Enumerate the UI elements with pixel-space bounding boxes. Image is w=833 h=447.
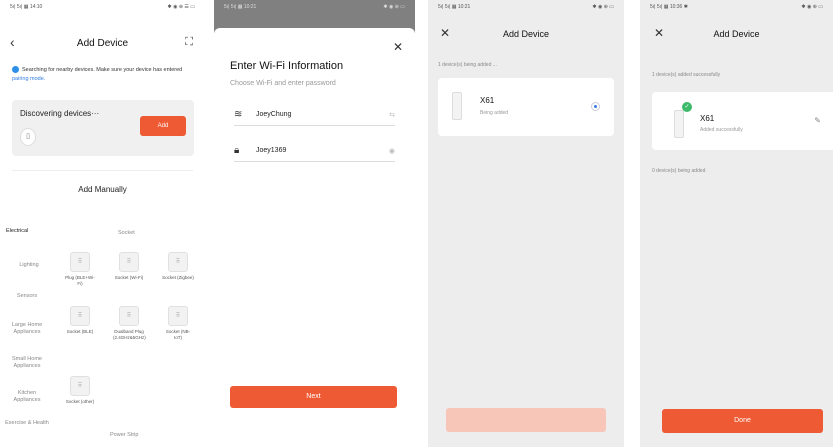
screen-device-being-added: 5ı| 5ı| ▦ 10:21 ✱ ◉ ⊕ ▭ ✕ Add Device 1 d… <box>428 0 624 447</box>
device-card[interactable]: ✓ X61 Added successfully ✎ <box>652 92 833 150</box>
category-electrical[interactable]: Electrical <box>6 228 42 235</box>
section-label-pending: 0 device(s) being added <box>652 168 706 174</box>
next-button[interactable]: Next <box>230 386 397 408</box>
wifi-name-value: JoeyChung <box>256 111 292 118</box>
category-lighting[interactable]: Lighting <box>6 262 52 269</box>
category-exercise-health[interactable]: Exercise & Health <box>4 420 50 427</box>
category-large-home-appliances[interactable]: Large Home Appliances <box>4 322 50 336</box>
tile-label: Socket (Zigbee) <box>162 275 194 280</box>
tile-label: Dualband Plug (2.4GHz&5GHz) <box>113 329 146 340</box>
status-right: ✱ ◉ ⊕ ▭ <box>383 4 405 10</box>
socket-icon: ⠿ <box>70 252 90 272</box>
add-manually-title: Add Manually <box>78 185 127 194</box>
status-left: 5ı| 5ı| ▦ 10:36 ✱ <box>650 4 688 10</box>
subcategory-power-strip: Power Strip <box>110 432 139 438</box>
category-small-home-appliances[interactable]: Small Home Appliances <box>4 356 50 370</box>
screen-wifi-information: 5ı| 5ı| ▦ 10:21 ✱ ◉ ⊕ ▭ ✕ Enter Wi-Fi In… <box>214 0 415 447</box>
tile-label: Plug (BLE+Wi-Fi) <box>65 275 95 286</box>
status-right: ✱ ◉ ⊕ ▭ <box>592 4 614 10</box>
device-name: X61 <box>480 96 495 105</box>
screen-add-device-discovery: 5ı| 5ı| ▦ 14:10 ✱ ◉ ⊕ ☰ ▭ ‹ Add Device ⛶… <box>0 0 205 447</box>
device-icon <box>674 110 684 138</box>
device-card[interactable]: X61 Being added <box>438 78 614 136</box>
device-tile[interactable]: ⠿ Socket (NB-IoT) <box>162 306 194 340</box>
discovering-label: Discovering devices··· <box>20 109 100 118</box>
disabled-button <box>446 408 606 432</box>
header: ✕ Add Device <box>640 26 833 48</box>
tile-label: Socket (other) <box>65 399 95 404</box>
status-right: ✱ ◉ ⊕ ▭ <box>801 4 823 10</box>
divider <box>12 170 193 171</box>
socket-icon: ⠿ <box>70 376 90 396</box>
device-tile[interactable]: ⠿ Dualband Plug (2.4GHz&5GHz) <box>113 306 146 340</box>
section-label: 1 device(s) added successfully <box>652 72 721 78</box>
bluetooth-icon <box>12 66 19 74</box>
device-name: X61 <box>700 114 715 123</box>
check-icon: ✓ <box>682 102 692 112</box>
page-title: Add Device <box>713 29 760 39</box>
device-tile[interactable]: ⠿ Socket (BLE) <box>64 306 96 335</box>
wifi-icon: ≋ <box>234 109 243 120</box>
device-tile[interactable]: ⠿ Socket (other) <box>64 376 96 405</box>
device-tile[interactable]: ⠿ Socket (Wi-Fi) <box>113 252 145 281</box>
status-left: 5ı| 5ı| ▦ 14:10 <box>10 4 43 10</box>
status-bar: 5ı| 5ı| ▦ 10:36 ✱ ✱ ◉ ⊕ ▭ <box>650 4 823 14</box>
status-right: ✱ ◉ ⊕ ☰ ▭ <box>167 4 195 10</box>
hint-text: Searching for nearby devices. Make sure … <box>22 67 183 73</box>
status-left: 5ı| 5ı| ▦ 10:21 <box>224 4 257 10</box>
device-status: Added successfully <box>700 127 743 133</box>
password-field[interactable]: 🔒︎ Joey1369 ◉ <box>234 144 395 162</box>
page-title: Add Device <box>76 38 129 49</box>
wifi-network-field[interactable]: ≋ JoeyChung ⇆ <box>234 108 395 126</box>
device-icon: ▯ <box>20 128 36 146</box>
search-hint: Searching for nearby devices. Make sure … <box>12 66 194 84</box>
password-value: Joey1369 <box>256 147 287 154</box>
eye-icon[interactable]: ◉ <box>389 147 395 155</box>
device-status: Being added <box>480 110 509 116</box>
page-title: Add Device <box>502 29 550 39</box>
edit-icon[interactable]: ✎ <box>814 116 821 125</box>
wifi-subtitle: Choose Wi-Fi and enter password <box>230 80 336 87</box>
discovering-card: Discovering devices··· ▯ Add <box>12 100 194 156</box>
socket-icon: ⠿ <box>168 306 188 326</box>
pairing-mode-link[interactable]: pairing mode. <box>12 76 45 82</box>
status-bar: 5ı| 5ı| ▦ 10:21 ✱ ◉ ⊕ ▭ <box>438 4 614 14</box>
header: ✕ Add Device <box>428 26 624 48</box>
close-icon[interactable]: ✕ <box>393 40 403 54</box>
tile-label: Socket (Wi-Fi) <box>114 275 144 280</box>
device-tile[interactable]: ⠿ Socket (Zigbee) <box>162 252 194 281</box>
lock-icon: 🔒︎ <box>234 145 240 156</box>
tile-label: Socket (BLE) <box>66 329 94 334</box>
add-button[interactable]: Add <box>140 116 186 136</box>
wifi-sheet: ✕ Enter Wi-Fi Information Choose Wi-Fi a… <box>214 28 415 447</box>
done-button[interactable]: Done <box>662 409 823 433</box>
status-bar: 5ı| 5ı| ▦ 14:10 ✱ ◉ ⊕ ☰ ▭ <box>10 4 195 14</box>
status-bar: 5ı| 5ı| ▦ 10:21 ✱ ◉ ⊕ ▭ <box>224 4 405 14</box>
subcategory-socket: Socket <box>118 230 135 236</box>
wifi-title: Enter Wi-Fi Information <box>230 60 344 72</box>
status-left: 5ı| 5ı| ▦ 10:21 <box>438 4 471 10</box>
switch-network-icon[interactable]: ⇆ <box>389 111 395 119</box>
device-icon <box>452 92 462 120</box>
socket-icon: ⠿ <box>168 252 188 272</box>
category-sensors[interactable]: Sensors <box>4 293 50 300</box>
scan-icon[interactable]: ⛶ <box>185 36 193 49</box>
socket-icon: ⠿ <box>119 306 139 326</box>
socket-icon: ⠿ <box>119 252 139 272</box>
screen-device-added: 5ı| 5ı| ▦ 10:36 ✱ ✱ ◉ ⊕ ▭ ✕ Add Device 1… <box>640 0 833 447</box>
section-label: 1 device(s) being added ... <box>438 62 497 68</box>
socket-icon: ⠿ <box>70 306 90 326</box>
loading-icon <box>591 102 600 111</box>
device-tile[interactable]: ⠿ Plug (BLE+Wi-Fi) <box>64 252 96 286</box>
tile-label: Socket (NB-IoT) <box>165 329 191 340</box>
category-kitchen-appliances[interactable]: Kitchen Appliances <box>4 390 50 404</box>
